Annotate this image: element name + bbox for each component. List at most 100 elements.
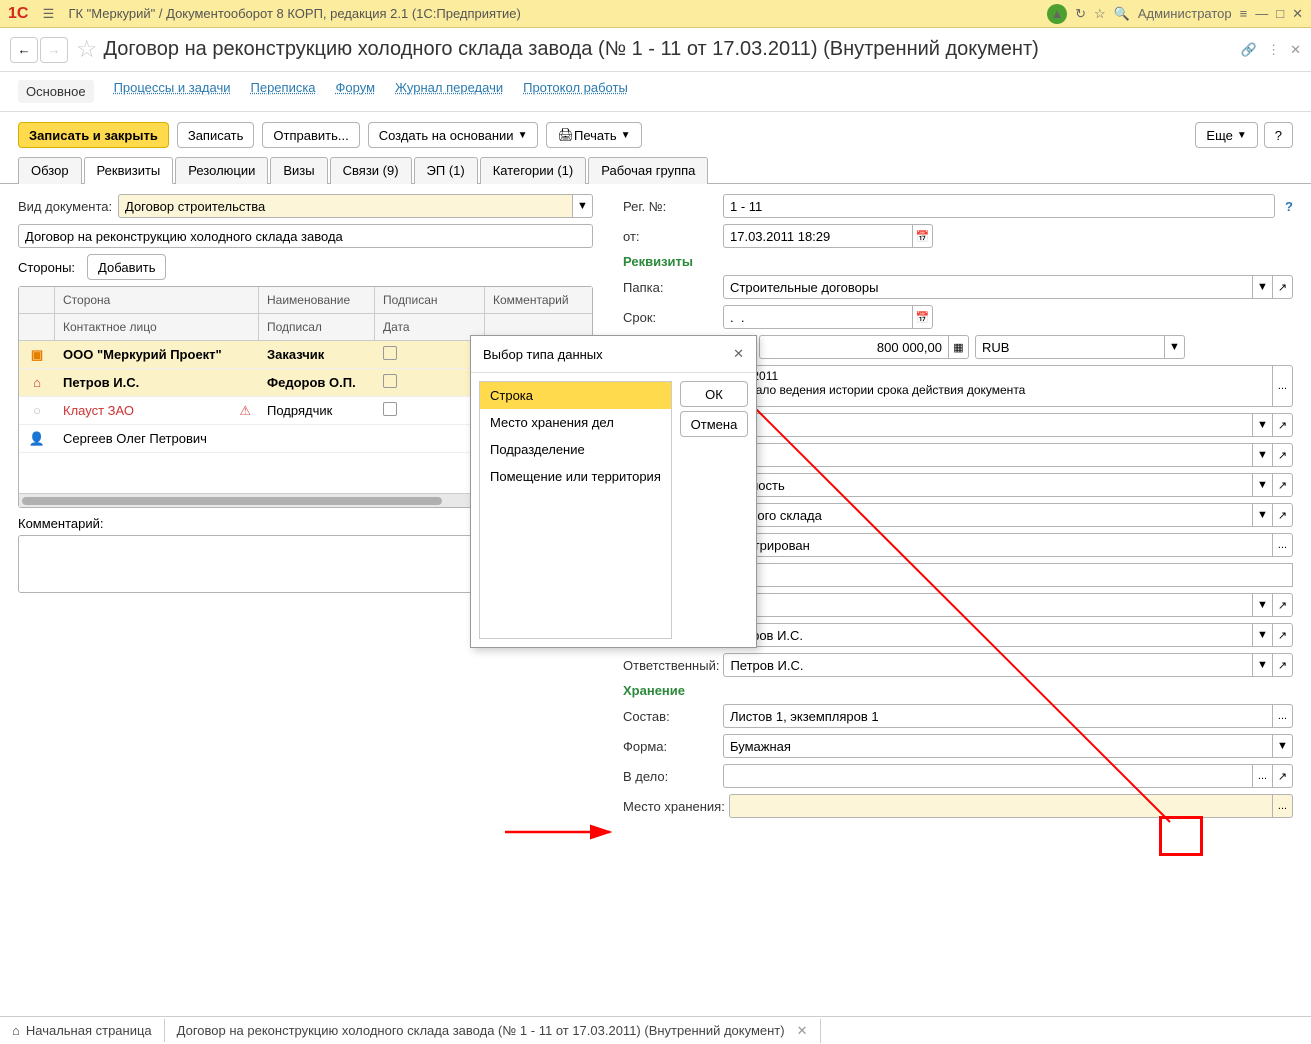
type-item-string[interactable]: Строка <box>480 382 671 409</box>
more-btn[interactable]: ... <box>1273 533 1293 557</box>
col-comment[interactable]: Комментарий <box>485 287 592 313</box>
type-item-dept[interactable]: Подразделение <box>480 436 671 463</box>
user-label[interactable]: Администратор <box>1138 6 1232 21</box>
col-party[interactable]: Сторона <box>55 287 259 313</box>
folder-input[interactable] <box>723 275 1253 299</box>
responsible-input[interactable] <box>723 653 1253 677</box>
app-title: ГК "Меркурий" / Документооборот 8 КОРП, … <box>68 6 1047 21</box>
tab-workgroup[interactable]: Рабочая группа <box>588 157 708 184</box>
more-btn[interactable]: ... <box>1273 365 1293 407</box>
tab-resolutions[interactable]: Резолюции <box>175 157 268 184</box>
dropdown-btn[interactable]: ▼ <box>1253 413 1273 437</box>
kebab-icon[interactable]: ⋮ <box>1267 42 1280 58</box>
field-input[interactable] <box>663 563 1293 587</box>
dropdown-btn[interactable]: ▼ <box>1253 623 1273 647</box>
open-btn[interactable]: ↗ <box>1273 443 1293 467</box>
deadline-input[interactable] <box>723 305 913 329</box>
type-item-storage[interactable]: Место хранения дел <box>480 409 671 436</box>
tab-categories[interactable]: Категории (1) <box>480 157 587 184</box>
currency-input[interactable] <box>975 335 1165 359</box>
dropdown-btn[interactable]: ▼ <box>1165 335 1185 359</box>
save-close-button[interactable]: Записать и закрыть <box>18 122 169 148</box>
favorite-icon[interactable]: ☆ <box>76 35 98 64</box>
dropdown-btn[interactable]: ▼ <box>1253 593 1273 617</box>
dropdown-btn[interactable]: ▼ <box>1253 653 1273 677</box>
form-input[interactable] <box>723 734 1273 758</box>
from-date-input[interactable] <box>723 224 913 248</box>
tab-links[interactable]: Связи (9) <box>330 157 412 184</box>
task-home[interactable]: ⌂Начальная страница <box>0 1019 165 1042</box>
calendar-icon[interactable]: 📅 <box>913 224 933 248</box>
checkbox[interactable] <box>383 402 397 416</box>
dropdown-btn[interactable]: ▼ <box>1273 734 1293 758</box>
dropdown-btn[interactable]: ▼ <box>1253 503 1273 527</box>
col-signed[interactable]: Подписан <box>375 287 485 313</box>
help-icon[interactable]: ? <box>1285 199 1293 214</box>
link-protocol[interactable]: Протокол работы <box>523 80 628 103</box>
link-main[interactable]: Основное <box>18 80 94 103</box>
help-button[interactable]: ? <box>1264 122 1293 148</box>
star-icon[interactable]: ☆ <box>1094 6 1106 22</box>
dropdown-btn[interactable]: ▼ <box>1253 275 1273 299</box>
open-btn[interactable]: ↗ <box>1273 473 1293 497</box>
reg-input[interactable] <box>723 194 1275 218</box>
open-btn[interactable]: ↗ <box>1273 593 1293 617</box>
task-document[interactable]: Договор на реконструкцию холодного склад… <box>165 1019 821 1043</box>
settings-icon[interactable]: ≡ <box>1240 6 1248 21</box>
back-button[interactable]: ← <box>10 37 38 63</box>
doc-type-input[interactable] <box>118 194 573 218</box>
type-item-room[interactable]: Помещение или территория <box>480 463 671 490</box>
doc-name-input[interactable] <box>18 224 593 248</box>
col-name[interactable]: Наименование <box>259 287 375 313</box>
save-button[interactable]: Записать <box>177 122 255 148</box>
close-doc-icon[interactable]: ✕ <box>1290 42 1301 58</box>
open-btn[interactable]: ↗ <box>1273 413 1293 437</box>
create-based-button[interactable]: Создать на основании▼ <box>368 122 539 148</box>
link-forum[interactable]: Форум <box>336 80 376 103</box>
dropdown-btn[interactable]: ▼ <box>1253 473 1273 497</box>
calc-icon[interactable]: ▦ <box>949 335 969 359</box>
link-journal[interactable]: Журнал передачи <box>395 80 503 103</box>
history-icon[interactable]: ↻ <box>1075 6 1086 22</box>
prepared-input[interactable] <box>723 623 1253 647</box>
doc-type-dropdown[interactable]: ▼ <box>573 194 593 218</box>
open-btn[interactable]: ↗ <box>1273 275 1293 299</box>
open-btn[interactable]: ↗ <box>1273 623 1293 647</box>
search-icon[interactable]: 🔍 <box>1114 6 1130 22</box>
location-more-btn[interactable]: ... <box>1273 794 1293 818</box>
tab-ep[interactable]: ЭП (1) <box>414 157 478 184</box>
open-btn[interactable]: ↗ <box>1273 653 1293 677</box>
case-input[interactable] <box>723 764 1253 788</box>
add-party-button[interactable]: Добавить <box>87 254 166 280</box>
tab-overview[interactable]: Обзор <box>18 157 82 184</box>
minimize-icon[interactable]: — <box>1255 6 1268 21</box>
link-correspondence[interactable]: Переписка <box>251 80 316 103</box>
more-button[interactable]: Еще▼ <box>1195 122 1257 148</box>
close-icon[interactable]: ✕ <box>1292 6 1303 22</box>
open-btn[interactable]: ↗ <box>1273 503 1293 527</box>
maximize-icon[interactable]: □ <box>1276 6 1284 21</box>
forward-button[interactable]: → <box>40 37 68 63</box>
hamburger-icon[interactable]: ☰ <box>38 4 58 24</box>
link-processes[interactable]: Процессы и задачи <box>114 80 231 103</box>
dialog-cancel-button[interactable]: Отмена <box>680 411 748 437</box>
task-close-icon[interactable]: ✕ <box>797 1023 808 1039</box>
composition-input[interactable] <box>723 704 1273 728</box>
calendar-icon[interactable]: 📅 <box>913 305 933 329</box>
sum-input[interactable] <box>759 335 949 359</box>
send-button[interactable]: Отправить... <box>262 122 359 148</box>
dialog-close-icon[interactable]: ✕ <box>733 346 744 362</box>
tab-visas[interactable]: Визы <box>270 157 327 184</box>
notification-icon[interactable]: ▲ <box>1047 4 1067 24</box>
location-input[interactable] <box>729 794 1273 818</box>
dropdown-btn[interactable]: ▼ <box>1253 443 1273 467</box>
dialog-ok-button[interactable]: ОК <box>680 381 748 407</box>
more-btn[interactable]: ... <box>1273 704 1293 728</box>
checkbox[interactable] <box>383 346 397 360</box>
checkbox[interactable] <box>383 374 397 388</box>
print-button[interactable]: 🖨 Печать▼ <box>546 122 641 148</box>
open-btn[interactable]: ↗ <box>1273 764 1293 788</box>
more-btn[interactable]: ... <box>1253 764 1273 788</box>
link-icon[interactable]: 🔗 <box>1241 42 1257 58</box>
tab-requisites[interactable]: Реквизиты <box>84 157 174 184</box>
